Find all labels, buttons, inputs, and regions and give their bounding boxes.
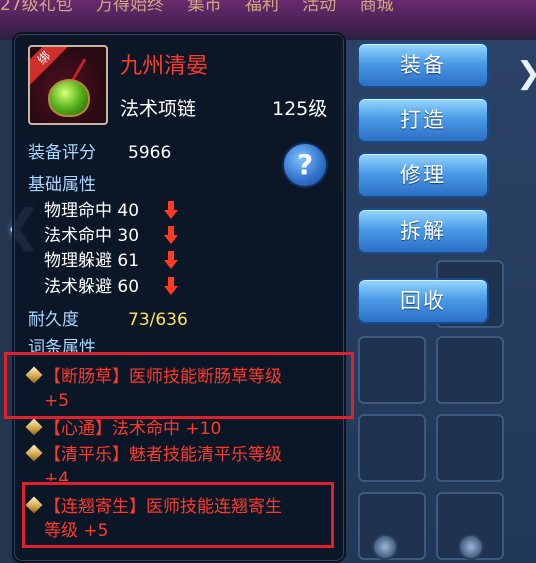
affix-text: 【心通】法术命中 +10 [44, 419, 222, 439]
diamond-bullet-icon [25, 418, 43, 436]
item-level: 125级 [272, 98, 328, 120]
top-menu-item[interactable]: 福利 [245, 0, 279, 15]
base-attribute-text: 物理命中 40 [44, 201, 140, 221]
top-menu-item[interactable]: 商城 [360, 0, 394, 15]
inventory-slot[interactable] [358, 336, 426, 404]
durability-label: 耐久度 [28, 310, 79, 330]
base-attribute-text: 法术躲避 60 [44, 277, 140, 297]
inventory-slot[interactable] [358, 414, 426, 482]
base-attribute-text: 物理躲避 61 [44, 251, 140, 271]
base-attribute-row: 法术躲避 60 [44, 275, 194, 299]
score-value: 5966 [128, 143, 172, 163]
highlight-frame [4, 352, 354, 419]
inventory-left-edge [0, 40, 12, 563]
item-icon: 绑 [28, 45, 108, 125]
base-attribute-row: 物理命中 40 [44, 199, 194, 223]
inventory-slot[interactable] [436, 414, 504, 482]
top-menu-item[interactable]: 集市 [187, 0, 221, 15]
durability-value: 73/636 [128, 310, 188, 330]
diamond-bullet-icon [25, 444, 43, 462]
inventory-slot[interactable] [436, 336, 504, 404]
recycle-button[interactable]: 回收 [357, 278, 489, 324]
item-name: 九州清晏 [120, 54, 209, 79]
top-menu-item[interactable]: 27级礼包 [0, 0, 73, 15]
base-attribute-text: 法术命中 30 [44, 226, 140, 246]
help-icon[interactable]: ? [282, 142, 328, 188]
affix-entry: 【清平乐】魅者技能清平乐等级 +4 [25, 443, 328, 481]
lock-icon [458, 534, 484, 560]
base-attribute-row: 法术命中 30 [44, 224, 194, 248]
affix-entry: 【心通】法术命中 +10 [25, 417, 328, 441]
jade-pendant-icon [48, 79, 90, 117]
decrease-arrow-icon [164, 226, 178, 246]
decrease-arrow-icon [164, 251, 178, 271]
base-attributes-header: 基础属性 [28, 175, 96, 195]
forge-button[interactable]: 打造 [357, 97, 489, 143]
dismantle-button[interactable]: 拆解 [357, 208, 489, 254]
decrease-arrow-icon [164, 277, 178, 297]
affix-text: 【清平乐】魅者技能清平乐等级 [44, 445, 282, 465]
top-menu-items: 27级礼包 万得始终 集市 福利 活动 商城 [0, 0, 536, 18]
top-menu-item[interactable]: 活动 [302, 0, 336, 15]
decrease-arrow-icon [164, 201, 178, 221]
highlight-frame [22, 482, 334, 548]
repair-button[interactable]: 修理 [357, 152, 489, 198]
score-label: 装备评分 [28, 143, 96, 163]
next-page-arrow-icon[interactable]: ❯ [516, 54, 536, 94]
equip-button[interactable]: 装备 [357, 42, 489, 88]
item-type: 法术项链 [120, 98, 197, 120]
affix-text: +4 [44, 469, 70, 481]
top-menu-item[interactable]: 万得始终 [96, 0, 164, 15]
lock-icon [372, 534, 398, 560]
base-attribute-row: 物理躲避 61 [44, 249, 194, 273]
